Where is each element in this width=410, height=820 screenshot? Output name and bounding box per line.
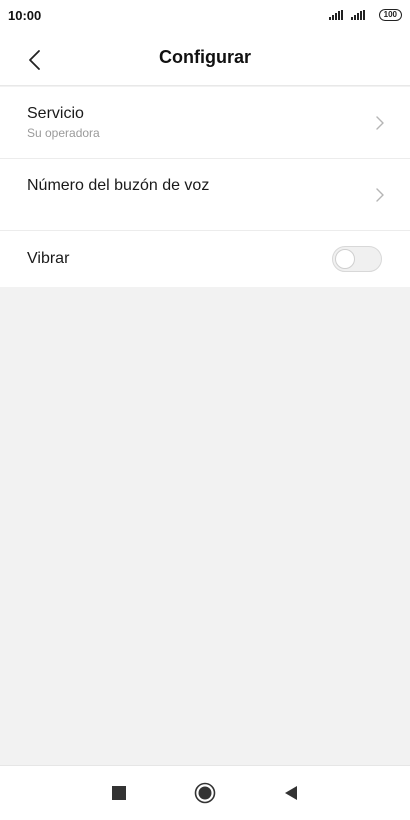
recents-button[interactable] (107, 781, 131, 805)
recents-square-icon (112, 786, 126, 800)
settings-list: Servicio Su operadora Número del buzón d… (0, 87, 410, 287)
home-button[interactable] (193, 781, 217, 805)
header: Configurar (0, 30, 410, 86)
toggle-knob (335, 249, 355, 269)
chevron-right-icon (376, 187, 384, 202)
settings-item-title: Número del buzón de voz (27, 176, 210, 194)
home-circle-icon (194, 782, 216, 804)
back-chevron-icon (29, 50, 40, 70)
signal-icon (350, 10, 365, 20)
settings-item-title: Servicio (27, 105, 84, 122)
settings-item-buzon[interactable]: Número del buzón de voz (0, 159, 410, 231)
settings-item-servicio[interactable]: Servicio Su operadora (0, 87, 410, 159)
chevron-right-icon (376, 115, 384, 130)
back-triangle-icon (285, 786, 297, 800)
navigation-bar (0, 765, 410, 820)
vibrate-toggle[interactable] (332, 246, 382, 272)
back-button[interactable] (20, 46, 48, 74)
status-bar: 10:00 100 (0, 0, 410, 30)
status-time: 10:00 (8, 7, 42, 23)
settings-item-vibrar: Vibrar (0, 231, 410, 287)
status-icons: 100 (328, 9, 402, 21)
battery-icon: 100 (378, 9, 402, 21)
signal-icon (328, 10, 343, 20)
nav-back-button[interactable] (279, 781, 303, 805)
settings-item-subtitle: Su operadora (27, 126, 100, 140)
page-title: Configurar (159, 47, 251, 67)
